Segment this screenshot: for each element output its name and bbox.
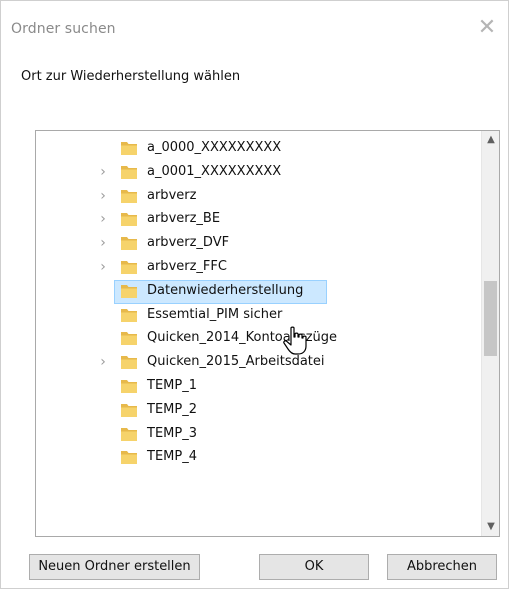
hand-cursor-icon	[283, 326, 307, 355]
tree-item[interactable]: › arbverz_DVF	[36, 232, 481, 256]
tree-item[interactable]: TEMP_1	[36, 375, 481, 399]
tree-item[interactable]: › arbverz	[36, 185, 481, 209]
tree-item-label: arbverz_DVF	[147, 235, 230, 251]
new-folder-button[interactable]: Neuen Ordner erstellen	[29, 554, 200, 580]
folder-icon	[121, 427, 137, 441]
chevron-right-icon[interactable]: ›	[98, 212, 108, 226]
tree-item-label: TEMP_4	[147, 449, 197, 465]
folder-icon	[121, 308, 137, 322]
tree-item[interactable]: a_0000_XXXXXXXXX	[36, 137, 481, 161]
folder-tree[interactable]: a_0000_XXXXXXXXX › a_0001_XXXXXXXXX › arbver…	[35, 130, 500, 537]
tree-item-label: Datenwiederherstellung	[147, 282, 304, 298]
tree-item-label: arbverz_BE	[147, 211, 221, 227]
folder-icon	[121, 380, 137, 393]
folder-browser-dialog: Ordner suchen ✕ Ort zur Wiederherstellun…	[0, 0, 509, 589]
tree-item-label: arbverz	[147, 187, 197, 203]
folder-icon	[121, 261, 137, 274]
window-title: Ordner suchen	[11, 21, 116, 37]
vertical-scrollbar[interactable]: ▲ ▼	[481, 131, 499, 536]
tree-item-label: TEMP_1	[147, 378, 197, 393]
tree-item[interactable]: › arbverz_FFC	[36, 256, 481, 280]
cancel-button[interactable]: Abbrechen	[387, 554, 497, 580]
tree-item-selected[interactable]: Datenwiederherstellung	[36, 279, 481, 304]
folder-icon	[121, 451, 137, 465]
tree-item-label: TEMP_2	[147, 401, 197, 417]
tree-item[interactable]: Essemtial_PIM sicher	[36, 304, 481, 328]
chevron-right-icon[interactable]: ›	[98, 260, 108, 274]
chevron-right-icon[interactable]: ›	[98, 355, 108, 369]
dialog-prompt: Ort zur Wiederherstellung wählen	[21, 69, 241, 84]
title-bar: Ordner suchen ✕	[1, 1, 508, 43]
tree-item-label: TEMP_3	[147, 425, 197, 441]
folder-icon	[121, 189, 137, 203]
chevron-up-icon[interactable]: ▲	[482, 131, 499, 149]
folder-icon	[121, 142, 137, 155]
folder-icon	[121, 332, 137, 346]
tree-item[interactable]: TEMP_3	[36, 423, 481, 447]
close-icon[interactable]: ✕	[476, 17, 498, 39]
folder-icon	[121, 403, 137, 417]
tree-item[interactable]: Quicken_2014_Kontoauszüge	[36, 327, 481, 351]
scrollbar-thumb[interactable]	[484, 281, 497, 356]
tree-item[interactable]: › arbverz_BE	[36, 208, 481, 232]
chevron-right-icon[interactable]: ›	[98, 165, 108, 179]
tree-item[interactable]: TEMP_2	[36, 399, 481, 423]
folder-icon	[121, 284, 137, 298]
folder-icon	[121, 165, 137, 179]
tree-item-label: Quicken_2015_Arbeitsdatei	[147, 354, 325, 370]
tree-item-label: Essemtial_PIM sicher	[147, 306, 283, 322]
folder-icon	[121, 213, 137, 227]
folder-icon	[121, 356, 137, 370]
tree-item[interactable]: › Quicken_2015_Arbeitsdatei	[36, 351, 481, 375]
chevron-right-icon[interactable]: ›	[98, 236, 108, 250]
folder-icon	[121, 237, 137, 251]
tree-item[interactable]: › a_0001_XXXXXXXXX	[36, 161, 481, 185]
tree-item-label: a_0001_XXXXXXXXX	[147, 163, 282, 179]
chevron-right-icon[interactable]: ›	[98, 189, 108, 203]
chevron-down-icon[interactable]: ▼	[482, 518, 499, 536]
tree-item-label: arbverz_FFC	[147, 259, 227, 274]
tree-item[interactable]: TEMP_4	[36, 446, 481, 470]
folder-tree-list: a_0000_XXXXXXXXX › a_0001_XXXXXXXXX › arbver…	[36, 131, 481, 536]
ok-button[interactable]: OK	[259, 554, 369, 580]
tree-item-label: a_0000_XXXXXXXXX	[147, 140, 282, 155]
